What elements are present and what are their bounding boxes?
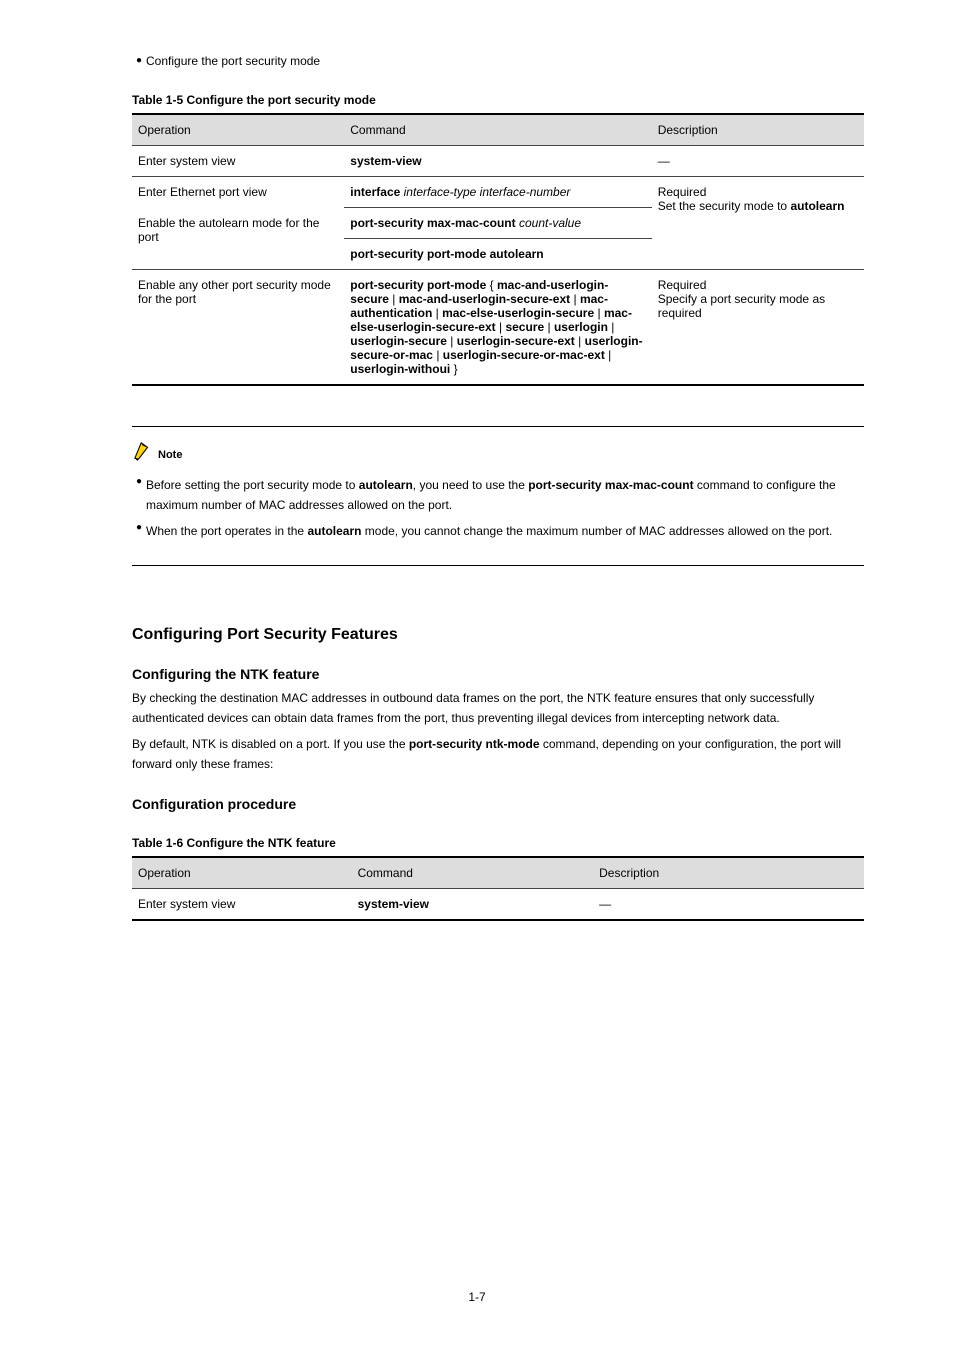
note-label: Note bbox=[158, 449, 182, 461]
table1-th-op: Operation bbox=[132, 114, 344, 146]
table-row: Enter system view system-view — bbox=[132, 146, 864, 177]
bullet-dot: ● bbox=[132, 475, 146, 489]
table2-head-row: Operation Command Description bbox=[132, 857, 864, 889]
paragraph-ntk-desc: By checking the destination MAC addresse… bbox=[132, 688, 864, 728]
paragraph-ntk-default: By default, NTK is disabled on a port. I… bbox=[132, 734, 864, 774]
page-number: 1-7 bbox=[0, 1290, 954, 1304]
cell-cmd: system-view bbox=[344, 146, 651, 177]
cell-desc: RequiredSet the security mode to autolea… bbox=[652, 177, 864, 270]
note-item: ● Before setting the port security mode … bbox=[132, 475, 864, 515]
cell-op: Enter system view bbox=[132, 889, 352, 921]
bullet-dot: ● bbox=[132, 521, 146, 535]
table1: Operation Command Description Enter syst… bbox=[132, 113, 864, 386]
table2: Operation Command Description Enter syst… bbox=[132, 856, 864, 921]
intro-text: Configure the port security mode bbox=[146, 54, 320, 69]
cell-desc: — bbox=[593, 889, 864, 921]
note-text: When the port operates in the autolearn … bbox=[146, 521, 832, 541]
cell-op: Enable the autolearn mode for the port bbox=[132, 208, 344, 270]
bullet-dot: ● bbox=[132, 54, 146, 68]
note-item: ● When the port operates in the autolear… bbox=[132, 521, 864, 541]
table1-th-desc: Description bbox=[652, 114, 864, 146]
table2-th-desc: Description bbox=[593, 857, 864, 889]
cell-cmd: port-security max-mac-count count-value bbox=[344, 208, 651, 239]
table1-caption: Table 1-5 Configure the port security mo… bbox=[132, 93, 864, 107]
table1-head-row: Operation Command Description bbox=[132, 114, 864, 146]
table2-th-op: Operation bbox=[132, 857, 352, 889]
table-row: Enter Ethernet port view interface inter… bbox=[132, 177, 864, 208]
cell-desc: — bbox=[652, 146, 864, 177]
table2-caption: Table 1-6 Configure the NTK feature bbox=[132, 836, 864, 850]
table2-th-cmd: Command bbox=[352, 857, 594, 889]
cell-op: Enter system view bbox=[132, 146, 344, 177]
heading-config-features: Configuring Port Security Features bbox=[132, 626, 864, 644]
cell-op: Enter Ethernet port view bbox=[132, 177, 344, 208]
cell-cmd: system-view bbox=[352, 889, 594, 921]
table-row: Enter system view system-view — bbox=[132, 889, 864, 921]
note-block: Note ● Before setting the port security … bbox=[132, 426, 864, 566]
intro-bullet: ● Configure the port security mode bbox=[132, 54, 864, 69]
heading-config-procedure: Configuration procedure bbox=[132, 796, 864, 812]
cell-op: Enable any other port security mode for … bbox=[132, 270, 344, 386]
note-icon bbox=[132, 441, 154, 461]
table-row: Enable any other port security mode for … bbox=[132, 270, 864, 386]
note-text: Before setting the port security mode to… bbox=[146, 475, 864, 515]
cell-cmd: port-security port-mode autolearn bbox=[344, 239, 651, 270]
cell-cmd: port-security port-mode { mac-and-userlo… bbox=[344, 270, 651, 386]
table1-th-cmd: Command bbox=[344, 114, 651, 146]
cell-desc: RequiredSpecify a port security mode as … bbox=[652, 270, 864, 386]
cell-cmd: interface interface-type interface-numbe… bbox=[344, 177, 651, 208]
heading-ntk: Configuring the NTK feature bbox=[132, 666, 864, 682]
